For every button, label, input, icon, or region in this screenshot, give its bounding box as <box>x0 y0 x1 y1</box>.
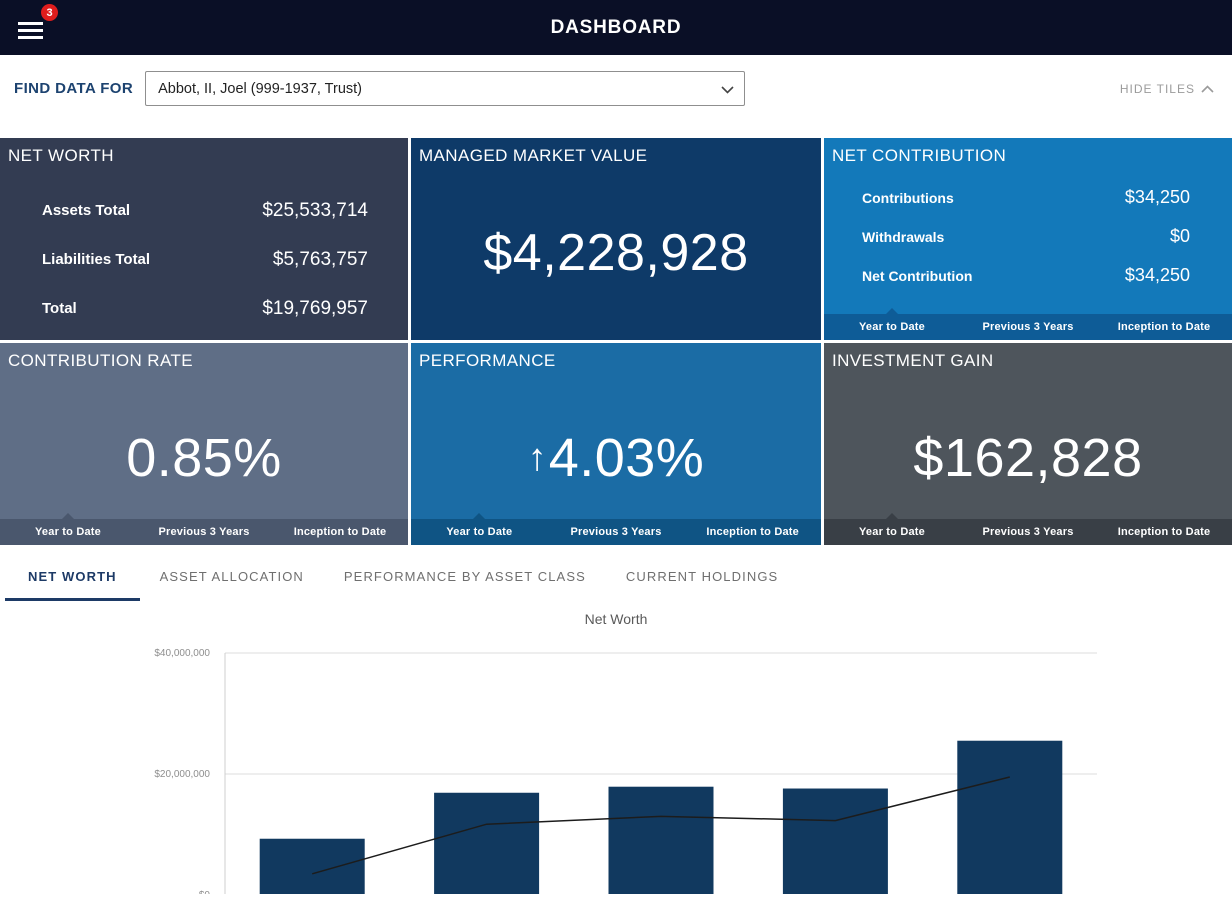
investment-gain-value: $162,828 <box>913 427 1142 489</box>
tab-performance-by-asset-class[interactable]: PERFORMANCE BY ASSET CLASS <box>330 569 600 601</box>
period-tab-inception-to-date[interactable]: Inception to Date <box>684 519 821 545</box>
period-tab-year-to-date[interactable]: Year to Date <box>0 519 136 545</box>
period-tab-previous-3-years[interactable]: Previous 3 Years <box>960 314 1096 340</box>
tile-performance[interactable]: PERFORMANCE ↑ 4.03% Year to Date Previou… <box>411 343 821 545</box>
tile-managed-market-value[interactable]: MANAGED MARKET VALUE $4,228,928 <box>411 138 821 340</box>
period-tab-previous-3-years[interactable]: Previous 3 Years <box>960 519 1096 545</box>
row-label: Contributions <box>862 190 954 206</box>
period-tab-previous-3-years[interactable]: Previous 3 Years <box>548 519 685 545</box>
selected-period-caret-icon <box>886 308 898 314</box>
row-label: Total <box>42 300 77 317</box>
period-tab-year-to-date[interactable]: Year to Date <box>824 314 960 340</box>
row-value: $5,763,757 <box>273 249 368 271</box>
section-tabs: NET WORTH ASSET ALLOCATION PERFORMANCE B… <box>0 545 1232 601</box>
row-label: Liabilities Total <box>42 251 150 268</box>
tile-title: PERFORMANCE <box>411 343 821 371</box>
chevron-up-icon <box>1201 85 1214 93</box>
period-tab-inception-to-date[interactable]: Inception to Date <box>272 519 408 545</box>
svg-text:$20,000,000: $20,000,000 <box>154 769 210 780</box>
chart-title: Net Worth <box>0 611 1232 631</box>
period-tab-strip: Year to Date Previous 3 Years Inception … <box>824 314 1232 340</box>
table-row: Net Contribution $34,250 <box>862 256 1190 295</box>
contribution-rate-value: 0.85% <box>126 427 282 489</box>
managed-market-value: $4,228,928 <box>483 223 748 283</box>
tab-net-worth[interactable]: NET WORTH <box>5 569 140 601</box>
svg-text:$40,000,000: $40,000,000 <box>154 648 210 659</box>
tile-title: NET CONTRIBUTION <box>824 138 1232 166</box>
performance-value: 4.03% <box>549 427 705 489</box>
chevron-down-icon <box>721 86 734 94</box>
hide-tiles-button[interactable]: HIDE TILES <box>1120 82 1214 96</box>
selected-period-caret-icon <box>62 513 74 519</box>
row-value: $19,769,957 <box>262 298 368 320</box>
net-worth-rows: Assets Total $25,533,714 Liabilities Tot… <box>0 166 408 340</box>
period-tab-strip: Year to Date Previous 3 Years Inception … <box>411 519 821 545</box>
hide-tiles-label: HIDE TILES <box>1120 82 1195 96</box>
period-tab-strip: Year to Date Previous 3 Years Inception … <box>824 519 1232 545</box>
table-row: Total $19,769,957 <box>42 284 368 333</box>
tab-current-holdings[interactable]: CURRENT HOLDINGS <box>612 569 792 601</box>
hamburger-icon <box>18 22 43 39</box>
find-data-bar: FIND DATA FOR Abbot, II, Joel (999-1937,… <box>0 55 1232 138</box>
period-tab-year-to-date[interactable]: Year to Date <box>824 519 960 545</box>
row-value: $34,250 <box>1125 265 1190 286</box>
find-data-label: FIND DATA FOR <box>14 80 133 97</box>
tile-title: CONTRIBUTION RATE <box>0 343 408 371</box>
tile-title: MANAGED MARKET VALUE <box>411 138 821 166</box>
tab-asset-allocation[interactable]: ASSET ALLOCATION <box>146 569 318 601</box>
client-select[interactable]: Abbot, II, Joel (999-1937, Trust) <box>145 71 745 106</box>
row-value: $34,250 <box>1125 187 1190 208</box>
big-value-area: $4,228,928 <box>411 166 821 340</box>
up-arrow-icon: ↑ <box>528 437 547 480</box>
period-tab-inception-to-date[interactable]: Inception to Date <box>1096 519 1232 545</box>
tile-net-worth[interactable]: NET WORTH Assets Total $25,533,714 Liabi… <box>0 138 408 340</box>
table-row: Withdrawals $0 <box>862 217 1190 256</box>
selected-period-caret-icon <box>473 513 485 519</box>
tile-net-contribution[interactable]: NET CONTRIBUTION Contributions $34,250 W… <box>824 138 1232 340</box>
row-value: $25,533,714 <box>262 200 368 222</box>
table-row: Liabilities Total $5,763,757 <box>42 235 368 284</box>
svg-text:$0: $0 <box>199 890 211 894</box>
tiles-grid: NET WORTH Assets Total $25,533,714 Liabi… <box>0 138 1232 545</box>
page-title: DASHBOARD <box>551 17 682 39</box>
table-row: Contributions $34,250 <box>862 178 1190 217</box>
tile-contribution-rate[interactable]: CONTRIBUTION RATE 0.85% Year to Date Pre… <box>0 343 408 545</box>
row-label: Net Contribution <box>862 268 972 284</box>
tile-title: INVESTMENT GAIN <box>824 343 1232 371</box>
selected-period-caret-icon <box>886 513 898 519</box>
period-tab-previous-3-years[interactable]: Previous 3 Years <box>136 519 272 545</box>
net-worth-chart: $40,000,000 $20,000,000 $0 <box>0 639 1232 894</box>
period-tab-inception-to-date[interactable]: Inception to Date <box>1096 314 1232 340</box>
table-row: Assets Total $25,533,714 <box>42 186 368 235</box>
tile-title: NET WORTH <box>0 138 408 166</box>
row-value: $0 <box>1170 226 1190 247</box>
period-tab-year-to-date[interactable]: Year to Date <box>411 519 548 545</box>
top-app-bar: 3 DASHBOARD <box>0 0 1232 55</box>
tile-investment-gain[interactable]: INVESTMENT GAIN $162,828 Year to Date Pr… <box>824 343 1232 545</box>
row-label: Withdrawals <box>862 229 944 245</box>
row-label: Assets Total <box>42 202 130 219</box>
period-tab-strip: Year to Date Previous 3 Years Inception … <box>0 519 408 545</box>
client-select-value: Abbot, II, Joel (999-1937, Trust) <box>158 81 362 97</box>
notification-badge: 3 <box>41 4 58 21</box>
menu-button[interactable]: 3 <box>18 13 48 43</box>
